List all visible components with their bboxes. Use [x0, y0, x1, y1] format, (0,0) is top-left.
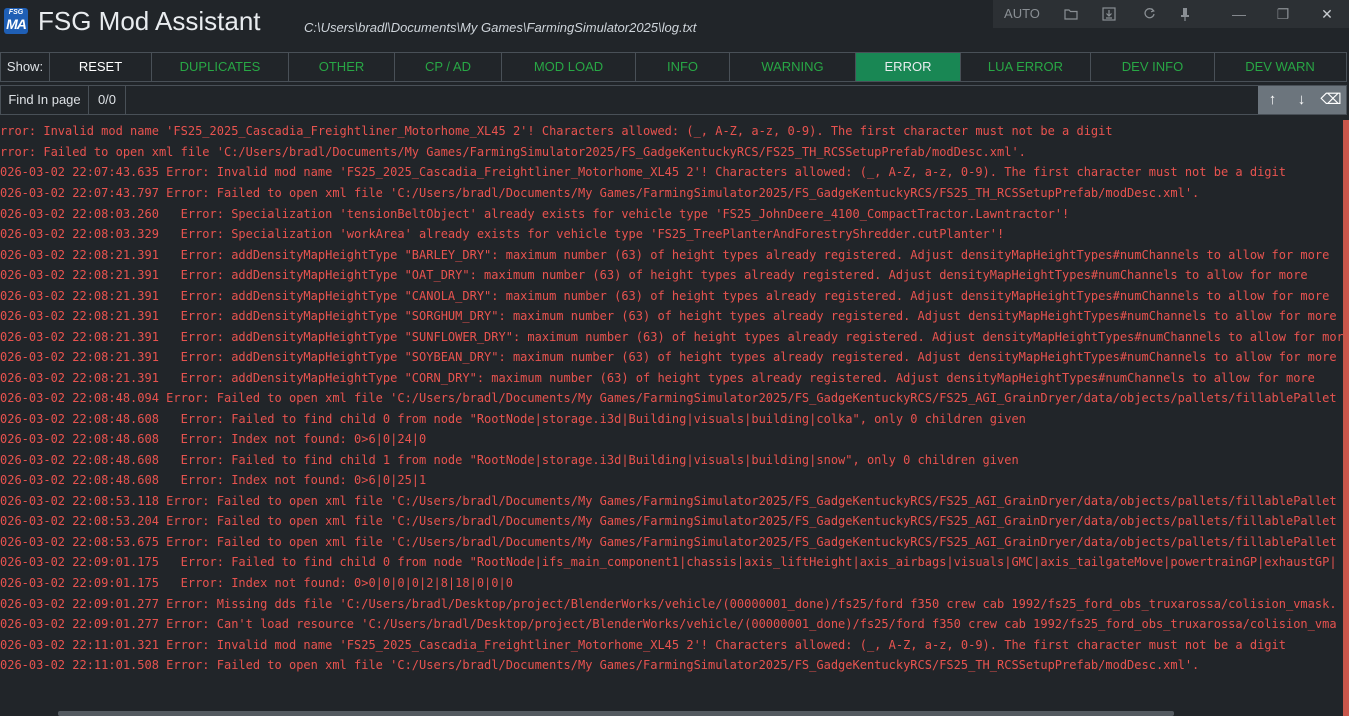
log-line: 026-03-02 22:08:48.608 Error: Index not … — [0, 432, 427, 446]
log-line: 026-03-02 22:08:48.094 Error: Failed to … — [0, 391, 1337, 405]
find-count: 0/0 — [89, 86, 126, 114]
log-line: 026-03-02 22:08:21.391 Error: addDensity… — [0, 309, 1337, 323]
log-line: 026-03-02 22:08:03.260 Error: Specializa… — [0, 207, 1070, 221]
find-previous-button[interactable]: ↑ — [1258, 86, 1287, 114]
log-line: 026-03-02 22:07:43.635 Error: Invalid mo… — [0, 165, 1286, 179]
pin-icon[interactable] — [1171, 0, 1199, 28]
show-label: Show: — [1, 53, 50, 81]
log-output: rror: Invalid mod name 'FS25_2025_Cascad… — [0, 121, 1343, 709]
filter-lua-error-button[interactable]: LUA ERROR — [961, 53, 1091, 81]
log-line: 026-03-02 22:09:01.277 Error: Can't load… — [0, 617, 1337, 631]
log-line: 026-03-02 22:08:21.391 Error: addDensity… — [0, 371, 1315, 385]
log-line: rror: Invalid mod name 'FS25_2025_Cascad… — [0, 124, 1113, 138]
folder-icon[interactable] — [1057, 0, 1085, 28]
app-logo: FSG MA — [4, 8, 28, 34]
log-line: 026-03-02 22:08:21.391 Error: addDensity… — [0, 289, 1330, 303]
title-bar: FSG MA FSG Mod Assistant C:\Users\bradl\… — [0, 0, 1349, 46]
filter-cp-ad-button[interactable]: CP / AD — [395, 53, 502, 81]
app-title: FSG Mod Assistant — [38, 6, 261, 36]
filter-reset-button[interactable]: RESET — [50, 53, 152, 81]
filter-info-button[interactable]: INFO — [636, 53, 730, 81]
log-line: 026-03-02 22:09:01.277 Error: Missing dd… — [0, 597, 1337, 611]
filter-mod-load-button[interactable]: MOD LOAD — [502, 53, 636, 81]
log-line: 026-03-02 22:11:01.508 Error: Failed to … — [0, 658, 1200, 672]
minimize-button[interactable]: — — [1217, 0, 1261, 28]
log-file-path: C:\Users\bradl\Documents\My Games\Farmin… — [304, 20, 697, 35]
filter-error-button[interactable]: ERROR — [856, 53, 961, 81]
log-line: rror: Failed to open xml file 'C:/Users/… — [0, 145, 1026, 159]
log-line: 026-03-02 22:08:53.675 Error: Failed to … — [0, 535, 1337, 549]
logo-main-text: MA — [6, 16, 27, 32]
log-line: 026-03-02 22:08:48.608 Error: Failed to … — [0, 412, 1026, 426]
log-line: 026-03-02 22:08:21.391 Error: addDensity… — [0, 268, 1308, 282]
filter-duplicates-button[interactable]: DUPLICATES — [152, 53, 289, 81]
restore-button[interactable]: ❐ — [1261, 0, 1305, 28]
refresh-icon[interactable] — [1135, 0, 1163, 28]
log-line: 026-03-02 22:08:53.118 Error: Failed to … — [0, 494, 1337, 508]
filter-warning-button[interactable]: WARNING — [730, 53, 856, 81]
log-line: 026-03-02 22:08:53.204 Error: Failed to … — [0, 514, 1337, 528]
log-line: 026-03-02 22:07:43.797 Error: Failed to … — [0, 186, 1200, 200]
log-line: 026-03-02 22:08:21.391 Error: addDensity… — [0, 248, 1330, 262]
find-input[interactable] — [126, 86, 1257, 114]
log-line: 026-03-02 22:08:48.608 Error: Index not … — [0, 473, 427, 487]
log-line: 026-03-02 22:08:03.329 Error: Specializa… — [0, 227, 1005, 241]
find-label: Find In page — [1, 86, 89, 114]
vertical-scrollbar[interactable] — [1343, 120, 1349, 716]
log-line: 026-03-02 22:11:01.321 Error: Invalid mo… — [0, 638, 1286, 652]
filter-bar: Show: RESET DUPLICATES OTHER CP / AD MOD… — [0, 52, 1347, 82]
filter-dev-info-button[interactable]: DEV INFO — [1091, 53, 1215, 81]
log-line: 026-03-02 22:09:01.175 Error: Index not … — [0, 576, 513, 590]
find-bar: Find In page 0/0 ↑ ↓ ⌫ — [0, 85, 1347, 115]
horizontal-scrollbar[interactable] — [58, 711, 1174, 716]
log-line: 026-03-02 22:08:48.608 Error: Failed to … — [0, 453, 1019, 467]
filter-dev-warn-button[interactable]: DEV WARN — [1215, 53, 1345, 81]
close-button[interactable]: ✕ — [1305, 0, 1349, 28]
window-controls: AUTO — ❐ ✕ — [993, 0, 1349, 28]
download-icon[interactable] — [1095, 0, 1123, 28]
log-line: 026-03-02 22:08:21.391 Error: addDensity… — [0, 330, 1343, 344]
find-clear-button[interactable]: ⌫ — [1316, 86, 1346, 114]
log-line: 026-03-02 22:08:21.391 Error: addDensity… — [0, 350, 1337, 364]
log-line: 026-03-02 22:09:01.175 Error: Failed to … — [0, 555, 1337, 569]
filter-other-button[interactable]: OTHER — [289, 53, 395, 81]
auto-toggle[interactable]: AUTO — [993, 0, 1051, 28]
find-next-button[interactable]: ↓ — [1287, 86, 1316, 114]
